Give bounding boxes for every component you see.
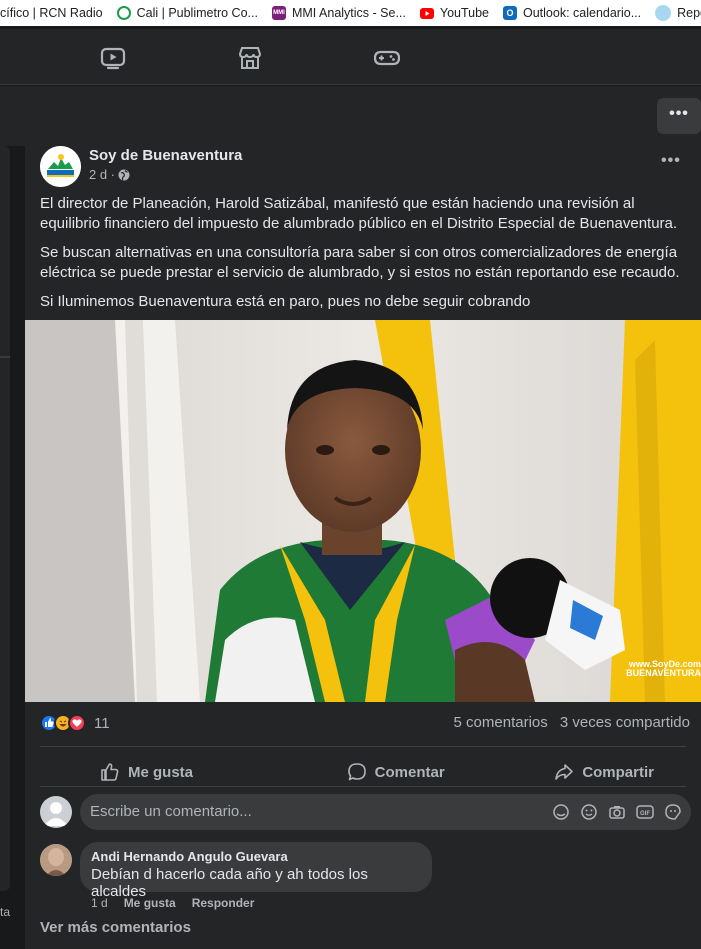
- globe-icon: [118, 169, 130, 180]
- bookmark-outlook[interactable]: O Outlook: calendario...: [503, 6, 641, 20]
- svg-text:GIF: GIF: [640, 811, 650, 817]
- page-header-bar: [0, 86, 701, 146]
- comment-like-link[interactable]: Me gusta: [124, 896, 176, 910]
- youtube-icon: [419, 7, 434, 19]
- bookmark-label: Cali | Publimetro Co...: [136, 6, 258, 20]
- post-time-label: 2 d ·: [89, 167, 116, 182]
- circle-favicon: [655, 5, 672, 21]
- comment-bubble: Andi Hernando Angulo Guevara Debían d ha…: [80, 842, 432, 900]
- comment-button[interactable]: Comentar: [347, 762, 445, 782]
- mmi-favicon: MMI: [271, 6, 286, 20]
- gaming-icon[interactable]: [373, 45, 401, 71]
- bookmark-label: Repo: [677, 6, 701, 20]
- post-paragraph: El director de Planeación, Harold Satizá…: [40, 195, 678, 232]
- comment-reply-link[interactable]: Responder: [192, 896, 255, 910]
- shares-count[interactable]: 3 veces compartido: [560, 714, 690, 731]
- page-name[interactable]: Soy de Buenaventura: [89, 147, 242, 164]
- share-button[interactable]: Compartir: [554, 762, 686, 782]
- divider: [40, 746, 686, 747]
- comment-tools: GIF: [551, 803, 683, 821]
- post-paragraph: Si Iluminemos Buenaventura está en paro,…: [40, 293, 531, 310]
- outlook-icon: O: [503, 6, 517, 20]
- left-column-text: ta: [0, 905, 11, 919]
- thumbs-up-icon: [101, 763, 119, 781]
- marketplace-icon[interactable]: [237, 45, 263, 71]
- share-label: Compartir: [582, 763, 654, 781]
- soy-de-buenaventura-logo-icon: [40, 146, 81, 187]
- bookmark-youtube[interactable]: YouTube: [419, 6, 489, 20]
- post-counts: 5 comentarios 3 veces compartido: [454, 714, 690, 731]
- comment-time[interactable]: 1 d: [91, 896, 108, 910]
- page-avatar[interactable]: [40, 146, 81, 187]
- avatar-sticker-icon[interactable]: [551, 803, 571, 821]
- left-column-card: [0, 146, 10, 891]
- emoji-icon[interactable]: [579, 803, 599, 821]
- post-menu-button[interactable]: •••: [661, 152, 681, 170]
- bookmark-label: YouTube: [439, 6, 489, 20]
- comment-text: Debían d hacerlo cada año y ah todos los…: [91, 866, 368, 900]
- bookmarks-bar: cífico | RCN Radio Cali | Publimetro Co.…: [0, 0, 701, 26]
- comment-bubble-icon: [347, 763, 366, 781]
- bookmark-label: MMI Analytics - Se...: [291, 6, 406, 20]
- comments-count[interactable]: 5 comentarios: [454, 714, 548, 731]
- reactions-summary[interactable]: 11: [40, 714, 110, 732]
- top-navigation: [0, 29, 701, 85]
- post-paragraph: Se buscan alternativas en una consultorí…: [40, 244, 680, 281]
- comment-label: Comentar: [374, 763, 445, 781]
- bookmark-mmi[interactable]: MMI MMI Analytics - Se...: [271, 6, 406, 20]
- sticker-icon[interactable]: [663, 803, 683, 821]
- divider: [40, 786, 686, 787]
- bookmark-rcn[interactable]: cífico | RCN Radio: [0, 6, 103, 20]
- comment-meta: 1 d Me gusta Responder: [91, 896, 254, 910]
- more-comments-link[interactable]: Ver más comentarios: [40, 919, 191, 936]
- more-options-button[interactable]: •••: [657, 98, 701, 134]
- current-user-avatar[interactable]: [40, 796, 72, 828]
- post-card: Soy de Buenaventura 2 d · ••• El directo…: [25, 146, 701, 949]
- globe-icon: [116, 6, 131, 20]
- comment-input[interactable]: Escribe un comentario... GIF: [80, 794, 691, 830]
- reaction-count: 11: [94, 714, 110, 732]
- share-arrow-icon: [555, 764, 574, 780]
- camera-icon[interactable]: [607, 803, 627, 821]
- bookmark-label: cífico | RCN Radio: [0, 6, 103, 20]
- interview-photo: [25, 320, 701, 702]
- commenter-avatar[interactable]: [40, 844, 72, 876]
- bookmark-label: Outlook: calendario...: [523, 6, 642, 20]
- gif-icon[interactable]: GIF: [635, 803, 655, 821]
- post-text: El director de Planeación, Harold Satizá…: [40, 194, 695, 321]
- comment-author[interactable]: Andi Hernando Angulo Guevara: [91, 849, 421, 864]
- love-icon: [68, 714, 86, 732]
- post-stats: 11 5 comentarios 3 veces compartido: [40, 712, 690, 736]
- comment-placeholder: Escribe un comentario...: [90, 803, 252, 820]
- bookmark-repo[interactable]: Repo: [655, 5, 701, 21]
- like-button[interactable]: Me gusta: [40, 762, 237, 782]
- post-timestamp[interactable]: 2 d ·: [89, 167, 130, 182]
- video-icon[interactable]: [100, 45, 126, 71]
- post-photo[interactable]: www.SoyDe.com BUENAVENTURA: [25, 320, 701, 702]
- photo-watermark: www.SoyDe.com BUENAVENTURA: [626, 659, 701, 678]
- bookmark-publimetro[interactable]: Cali | Publimetro Co...: [116, 6, 258, 20]
- left-column-divider: [0, 356, 10, 358]
- like-label: Me gusta: [128, 763, 194, 781]
